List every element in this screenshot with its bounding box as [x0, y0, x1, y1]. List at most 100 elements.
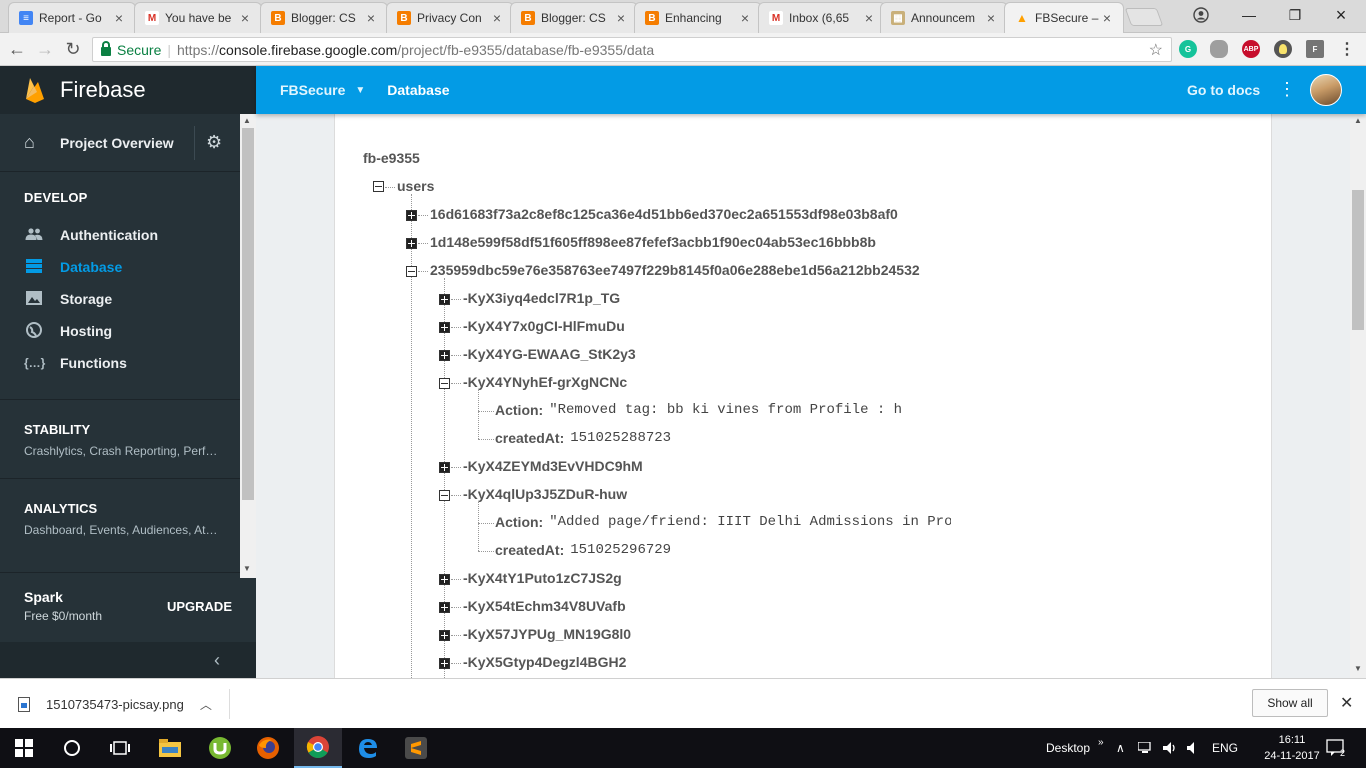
expand-toggle-icon[interactable]	[439, 630, 450, 641]
windows-start-icon[interactable]	[0, 728, 48, 768]
collapse-toggle-icon[interactable]	[439, 378, 450, 389]
sidebar-item-functions[interactable]: {…} Functions	[0, 347, 256, 379]
desktop-toolbar[interactable]: Desktop »	[1046, 728, 1104, 768]
scroll-up-icon[interactable]: ▲	[243, 116, 251, 125]
collapse-toggle-icon[interactable]	[439, 490, 450, 501]
expand-toggle-icon[interactable]	[439, 322, 450, 333]
tree-leaf-action[interactable]: Action: "Added page/friend: IIIT Delhi A…	[495, 512, 951, 532]
taskbar-clock[interactable]: 16:11 24-11-2017	[1262, 732, 1322, 764]
scroll-down-icon[interactable]: ▼	[1354, 664, 1362, 673]
tree-node-record[interactable]: -KyX5Gtyp4Degzl4BGH2	[463, 652, 626, 672]
sidebar-item-database[interactable]: Database	[0, 251, 256, 283]
firebase-brand[interactable]: Firebase	[0, 66, 256, 114]
browser-tab[interactable]: B Blogger: CS ×	[260, 2, 388, 33]
file-explorer-icon[interactable]	[146, 728, 194, 768]
network-icon[interactable]	[1138, 728, 1154, 768]
browser-tab[interactable]: B Privacy Con ×	[386, 2, 514, 33]
scrollbar-thumb[interactable]	[1352, 190, 1364, 330]
tray-chevron-up-icon[interactable]: ∧	[1116, 728, 1125, 768]
caret-down-icon[interactable]: ▼	[355, 85, 365, 96]
tree-node-user[interactable]: 16d61683f73a2c8ef8c125ca36e4d51bb6ed370e…	[430, 204, 898, 224]
sidebar-scrollbar[interactable]: ▲ ▼	[240, 114, 256, 578]
f-extension-icon[interactable]: F	[1306, 40, 1324, 58]
bookmark-star-icon[interactable]: ☆	[1149, 40, 1163, 60]
browser-tab[interactable]: B Enhancing ×	[634, 2, 762, 33]
close-tab-icon[interactable]: ×	[737, 10, 753, 26]
adblock-plus-extension-icon[interactable]: ABP	[1242, 40, 1260, 58]
close-tab-icon[interactable]: ×	[237, 10, 253, 26]
sidebar-item-authentication[interactable]: Authentication	[0, 219, 256, 251]
collapse-toggle-icon[interactable]	[373, 181, 384, 192]
expand-toggle-icon[interactable]	[439, 574, 450, 585]
address-bar[interactable]: Secure | https:// console.firebase.googl…	[92, 37, 1172, 62]
tree-node-record[interactable]: -KyX4Y7x0gCI-HlFmuDu	[463, 316, 625, 336]
language-indicator[interactable]: ENG	[1212, 728, 1238, 768]
sidebar-item-storage[interactable]: Storage	[0, 283, 256, 315]
collapse-toggle-icon[interactable]	[406, 266, 417, 277]
forward-icon[interactable]: →	[34, 38, 56, 60]
restore-icon[interactable]: ❐	[1272, 0, 1318, 30]
tree-node-user[interactable]: 1d148e599f58df51f605ff898ee87fefef3acbb1…	[430, 232, 876, 252]
download-item[interactable]: 1510735473-picsay.png ︿	[18, 689, 230, 719]
back-icon[interactable]: ←	[6, 38, 28, 60]
close-tab-icon[interactable]: ×	[489, 10, 505, 26]
tree-node-record[interactable]: -KyX4tY1Puto1zC7JS2g	[463, 568, 622, 588]
tree-leaf-action[interactable]: Action: "Removed tag: bb ki vines from P…	[495, 400, 902, 420]
stability-section[interactable]: STABILITY Crashlytics, Crash Reporting, …	[0, 399, 256, 478]
profile-icon[interactable]	[1178, 0, 1224, 30]
show-all-button[interactable]: Show all	[1252, 689, 1328, 717]
browser-tab[interactable]: ≡ Report - Go ×	[8, 2, 136, 33]
tree-node-record[interactable]: -KyX3iyq4edcl7R1p_TG	[463, 288, 620, 308]
analytics-section[interactable]: ANALYTICS Dashboard, Events, Audiences, …	[0, 478, 256, 557]
tree-node-record[interactable]: -KyX54tEchm34V8UVafb	[463, 596, 626, 616]
expand-toggle-icon[interactable]	[439, 294, 450, 305]
tree-root[interactable]: fb-e9355	[363, 148, 420, 168]
close-tab-icon[interactable]: ×	[613, 10, 629, 26]
more-vert-icon[interactable]: ⋮	[1278, 79, 1296, 100]
tree-node-record[interactable]: -KyX4YG-EWAAG_StK2y3	[463, 344, 636, 364]
sidebar-item-hosting[interactable]: Hosting	[0, 315, 256, 347]
speaker-icon[interactable]	[1186, 728, 1200, 768]
edge-icon[interactable]	[344, 728, 392, 768]
minimize-icon[interactable]: —	[1226, 0, 1272, 30]
tree-node-record[interactable]: -KyX57JYPUg_MN19G8l0	[463, 624, 631, 644]
sublime-text-icon[interactable]	[392, 728, 440, 768]
firefox-icon[interactable]	[244, 728, 292, 768]
new-tab-button[interactable]	[1124, 8, 1164, 26]
browser-tab[interactable]: M Inbox (6,65 ×	[758, 2, 886, 33]
utorrent-icon[interactable]	[196, 728, 244, 768]
scroll-down-icon[interactable]: ▼	[243, 564, 251, 573]
expand-toggle-icon[interactable]	[439, 658, 450, 669]
chrome-menu-icon[interactable]: ⋮	[1338, 40, 1356, 58]
browser-tab[interactable]: B Blogger: CS ×	[510, 2, 638, 33]
cloud-extension-icon[interactable]	[1210, 40, 1228, 58]
tree-node-record[interactable]: -KyX4YNyhEf-grXgNCNc	[463, 372, 627, 392]
go-to-docs-link[interactable]: Go to docs	[1187, 82, 1260, 98]
close-window-icon[interactable]: ×	[1318, 0, 1364, 30]
collapse-sidebar[interactable]: ‹	[0, 642, 256, 678]
close-tab-icon[interactable]: ×	[983, 10, 999, 26]
avatar[interactable]	[1310, 74, 1342, 106]
main-scrollbar[interactable]: ▲ ▼	[1350, 114, 1366, 678]
expand-toggle-icon[interactable]	[439, 462, 450, 473]
project-overview[interactable]: ⌂ Project Overview ⚙	[0, 114, 256, 172]
chevron-up-icon[interactable]: ︿	[200, 696, 212, 713]
close-tab-icon[interactable]: ×	[1099, 10, 1115, 26]
grammarly-extension-icon[interactable]: G	[1179, 40, 1197, 58]
reload-icon[interactable]: ↻	[62, 38, 84, 60]
bulb-extension-icon[interactable]	[1274, 40, 1292, 58]
chrome-taskbar-icon[interactable]	[294, 728, 342, 768]
expand-toggle-icon[interactable]	[439, 350, 450, 361]
close-tab-icon[interactable]: ×	[363, 10, 379, 26]
project-selector[interactable]: FBSecure	[280, 82, 345, 98]
tree-node-users[interactable]: users	[397, 176, 434, 196]
task-view-icon[interactable]	[96, 728, 144, 768]
close-tab-icon[interactable]: ×	[861, 10, 877, 26]
scroll-up-icon[interactable]: ▲	[1354, 116, 1362, 125]
tree-node-record[interactable]: -KyX4ZEYMd3EvVHDC9hM	[463, 456, 643, 476]
gear-icon[interactable]: ⚙	[206, 132, 222, 153]
tree-leaf-createdat[interactable]: createdAt: 151025296729	[495, 540, 671, 560]
close-icon[interactable]: ✕	[1340, 693, 1353, 713]
scrollbar-thumb[interactable]	[242, 128, 254, 500]
expand-toggle-icon[interactable]	[406, 238, 417, 249]
